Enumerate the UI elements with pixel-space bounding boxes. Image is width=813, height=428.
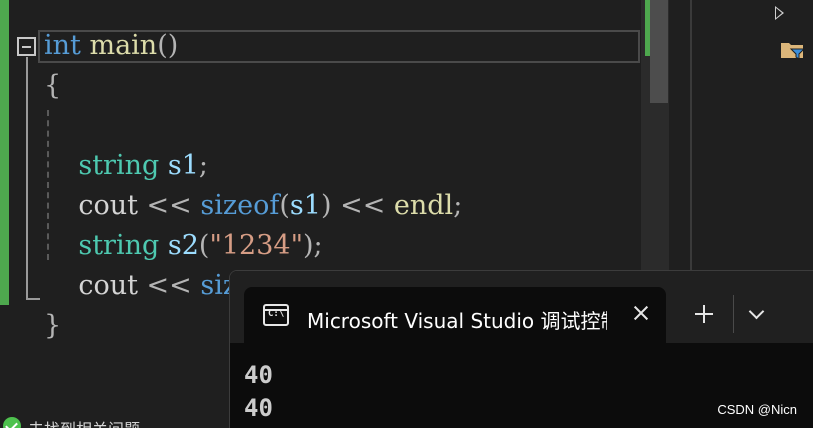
new-tab-icon[interactable] bbox=[694, 304, 714, 324]
code-token: << bbox=[137, 190, 201, 221]
close-tab-icon[interactable] bbox=[631, 303, 651, 323]
tab-separator bbox=[733, 295, 734, 333]
output-line: 40 bbox=[244, 361, 273, 389]
code-token: ; bbox=[453, 190, 463, 221]
terminal-output: 40 40 bbox=[244, 359, 273, 425]
code-line[interactable]: { bbox=[44, 66, 61, 106]
code-token: string bbox=[78, 230, 160, 261]
code-token: s1 bbox=[167, 150, 199, 181]
collapse-toggle-icon[interactable] bbox=[17, 37, 36, 56]
code-token: () bbox=[157, 30, 179, 61]
code-token: { bbox=[44, 70, 62, 101]
code-token: ( bbox=[279, 190, 290, 221]
code-line[interactable]: } bbox=[44, 306, 61, 346]
fold-guide-end bbox=[26, 298, 40, 300]
code-token: ) bbox=[320, 190, 332, 221]
scrollbar-thumb[interactable] bbox=[650, 0, 668, 103]
code-token: sizeof bbox=[200, 190, 280, 221]
code-token: ; bbox=[198, 150, 209, 181]
code-line[interactable]: string s1; bbox=[44, 146, 208, 186]
code-token: main bbox=[89, 30, 158, 61]
code-token: cout bbox=[78, 190, 138, 221]
chevron-down-icon[interactable] bbox=[749, 307, 763, 321]
terminal-titlebar: C:\ Microsoft Visual Studio 调试控制台 bbox=[230, 271, 813, 343]
code-token: string bbox=[78, 150, 160, 181]
code-token: "1234" bbox=[209, 230, 304, 261]
terminal-tab[interactable]: C:\ Microsoft Visual Studio 调试控制台 bbox=[244, 287, 666, 343]
code-token: } bbox=[44, 310, 62, 341]
code-token: ( bbox=[198, 230, 210, 261]
status-text: 未找到相关问题 bbox=[28, 416, 140, 428]
code-token: s1 bbox=[289, 190, 321, 221]
filter-folder-icon[interactable] bbox=[780, 40, 806, 60]
fold-guide-line bbox=[26, 57, 28, 300]
code-token: cout bbox=[78, 270, 138, 301]
code-token: << bbox=[137, 270, 201, 301]
code-token: int bbox=[44, 30, 81, 61]
code-line[interactable]: int main() bbox=[44, 26, 178, 66]
watermark: CSDN @Nicn bbox=[717, 402, 797, 417]
change-indicator-bar bbox=[0, 0, 9, 305]
code-line[interactable]: cout << sizeof(s1) << endl; bbox=[44, 186, 462, 226]
expand-arrow-icon[interactable] bbox=[775, 6, 784, 20]
check-circle-icon bbox=[3, 417, 21, 428]
code-token: s2 bbox=[167, 230, 199, 261]
cmd-icon: C:\ bbox=[263, 304, 289, 326]
tab-title: Microsoft Visual Studio 调试控制台 bbox=[307, 309, 607, 331]
code-token: << bbox=[331, 190, 394, 221]
output-line: 40 bbox=[244, 394, 273, 422]
code-line[interactable]: string s2("1234"); bbox=[44, 226, 323, 266]
code-token: ); bbox=[303, 230, 323, 261]
code-token: endl bbox=[393, 190, 454, 221]
